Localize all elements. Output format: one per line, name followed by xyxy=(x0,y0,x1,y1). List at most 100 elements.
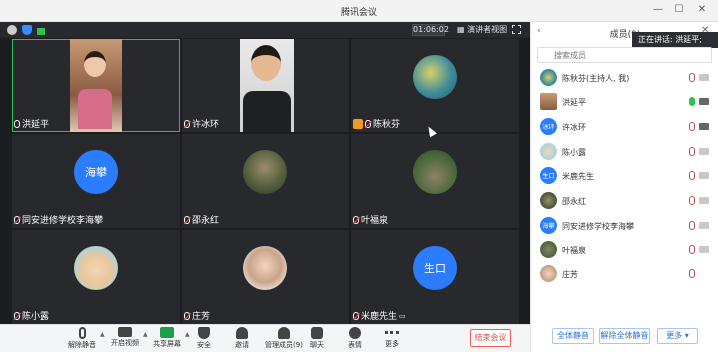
mic-muted-icon[interactable] xyxy=(689,147,695,156)
mic-muted-icon xyxy=(184,311,190,320)
tile-name-label: 陈秋芬 xyxy=(373,120,401,130)
video-tile[interactable]: 邵永红 xyxy=(182,134,349,228)
tile-name: 洪延平 xyxy=(14,117,49,130)
share-screen-button[interactable]: 共享屏幕 xyxy=(149,327,185,352)
video-tile[interactable]: 生口 米鹿先生 ▭ xyxy=(351,230,519,324)
mic-muted-icon xyxy=(365,119,371,128)
mic-muted-icon xyxy=(184,119,190,128)
tile-name: 庄芳 xyxy=(184,309,210,322)
avatar: 生口 xyxy=(540,167,557,184)
tile-name: 陈秋芬 xyxy=(353,117,400,130)
more-button[interactable]: 更多 xyxy=(374,327,410,352)
mic-muted-icon[interactable] xyxy=(689,245,695,254)
mic-muted-icon xyxy=(353,215,359,224)
info-icon[interactable] xyxy=(7,25,17,35)
shield-icon[interactable] xyxy=(22,25,32,35)
tile-name: 陈小露 xyxy=(14,309,49,322)
member-row[interactable]: 庄芳 xyxy=(530,262,718,286)
mic-muted-icon[interactable] xyxy=(689,221,695,230)
invite-button[interactable]: 邀请 xyxy=(224,327,260,352)
chat-label: 聊天 xyxy=(310,341,324,349)
video-tile[interactable]: 海攀 同安进修学校李海攀 xyxy=(12,134,180,228)
mute-all-button[interactable]: 全体静音 xyxy=(552,328,594,344)
mic-muted-icon[interactable] xyxy=(689,122,695,131)
members-icon xyxy=(278,327,290,339)
member-name: 叶福泉 xyxy=(562,246,586,255)
camera-off-icon xyxy=(118,327,132,337)
mic-muted-icon xyxy=(184,215,190,224)
camera-on-icon[interactable] xyxy=(699,98,709,105)
tile-name-label: 叶福泉 xyxy=(361,216,389,226)
avatar xyxy=(540,143,557,160)
avatar xyxy=(540,241,557,258)
member-row[interactable]: 洪延平 xyxy=(530,90,718,114)
member-row[interactable]: 陈小露 xyxy=(530,140,718,164)
mic-muted-icon[interactable] xyxy=(689,196,695,205)
invite-label: 邀请 xyxy=(235,341,249,349)
member-row[interactable]: 陈秋芬(主持人, 我) xyxy=(530,66,718,90)
unmute-options-arrow[interactable]: ▲ xyxy=(100,331,105,338)
tile-name-label: 庄芳 xyxy=(192,312,211,322)
avatar xyxy=(74,246,118,290)
mic-muted-icon xyxy=(14,215,20,224)
member-name: 许冰环 xyxy=(562,123,586,132)
avatar xyxy=(540,192,557,209)
camera-off-icon[interactable] xyxy=(699,172,709,179)
camera-off-icon[interactable] xyxy=(699,246,709,253)
maximize-button[interactable]: ☐ xyxy=(672,3,686,17)
camera-on-icon[interactable] xyxy=(699,123,709,130)
video-tile[interactable]: 陈秋芬 xyxy=(351,39,519,132)
mic-on-icon[interactable] xyxy=(689,97,695,106)
minimize-button[interactable]: — xyxy=(651,3,665,17)
avatar xyxy=(540,69,557,86)
bottom-toolbar: 解除静音 ▲ 开启视频 ▲ 共享屏幕 ▲ 安全 邀请 管理成员(9) 聊天 表情… xyxy=(0,324,530,352)
tile-name-label: 陈小露 xyxy=(22,312,50,322)
video-tile[interactable]: 叶福泉 xyxy=(351,134,519,228)
unmute-button[interactable]: 解除静音 xyxy=(64,327,100,352)
avatar xyxy=(540,265,557,282)
body-shape xyxy=(243,91,291,132)
start-video-button[interactable]: 开启视频 xyxy=(107,327,143,352)
tile-name-label: 洪延平 xyxy=(22,120,50,130)
video-options-arrow[interactable]: ▲ xyxy=(143,331,148,338)
camera-off-icon[interactable] xyxy=(699,197,709,204)
member-name: 米鹿先生 xyxy=(562,172,594,181)
tile-name-label: 同安进修学校李海攀 xyxy=(22,216,104,226)
member-row[interactable]: 叶福泉 xyxy=(530,238,718,262)
member-name: 同安进修学校李海攀 xyxy=(562,222,634,231)
camera-off-icon[interactable] xyxy=(699,222,709,229)
video-tile[interactable]: 陈小露 xyxy=(12,230,180,324)
video-grid: 洪延平 许冰环 陈秋芬 海攀 同安进修学校李海攀 邵永红 叶福泉 陈小露 庄芳 … xyxy=(0,38,530,324)
camera-off-icon[interactable] xyxy=(699,74,709,81)
member-row[interactable]: 海攀 同安进修学校李海攀 xyxy=(530,214,718,238)
chat-bubble-icon: ▭ xyxy=(399,311,406,320)
member-search-input[interactable] xyxy=(537,47,712,63)
chat-button[interactable]: 聊天 xyxy=(299,327,335,352)
avatar: 海攀 xyxy=(540,217,557,234)
fullscreen-icon[interactable] xyxy=(512,25,521,34)
video-tile[interactable]: 洪延平 xyxy=(12,39,180,132)
panel-more-button[interactable]: 更多 ▾ xyxy=(657,328,698,344)
camera-off-icon[interactable] xyxy=(699,148,709,155)
member-row[interactable]: 生口 米鹿先生 xyxy=(530,164,718,188)
start-video-label: 开启视频 xyxy=(111,339,139,347)
member-row[interactable]: 冰环 许冰环 xyxy=(530,115,718,139)
unmute-all-button[interactable]: 解除全体静音 xyxy=(599,328,650,344)
close-button[interactable]: ✕ xyxy=(695,3,709,17)
speaker-view-button[interactable]: ▦ 演讲者视图 xyxy=(457,24,507,36)
member-row[interactable]: 邵永红 xyxy=(530,189,718,213)
participant-video xyxy=(70,39,122,132)
reaction-button[interactable]: 表情 xyxy=(337,327,373,352)
mic-muted-icon[interactable] xyxy=(689,73,695,82)
unmute-label: 解除静音 xyxy=(68,341,96,349)
video-tile[interactable]: 许冰环 xyxy=(182,39,349,132)
security-button[interactable]: 安全 xyxy=(186,327,222,352)
tile-name-label: 米鹿先生 xyxy=(361,312,398,322)
tile-name: 叶福泉 xyxy=(353,213,388,226)
video-tile[interactable]: 庄芳 xyxy=(182,230,349,324)
tile-name: 米鹿先生 ▭ xyxy=(353,309,406,322)
avatar: 生口 xyxy=(413,246,457,290)
mic-muted-icon[interactable] xyxy=(689,171,695,180)
mic-muted-icon[interactable] xyxy=(689,269,695,278)
end-meeting-button[interactable]: 结束会议 xyxy=(470,329,511,347)
